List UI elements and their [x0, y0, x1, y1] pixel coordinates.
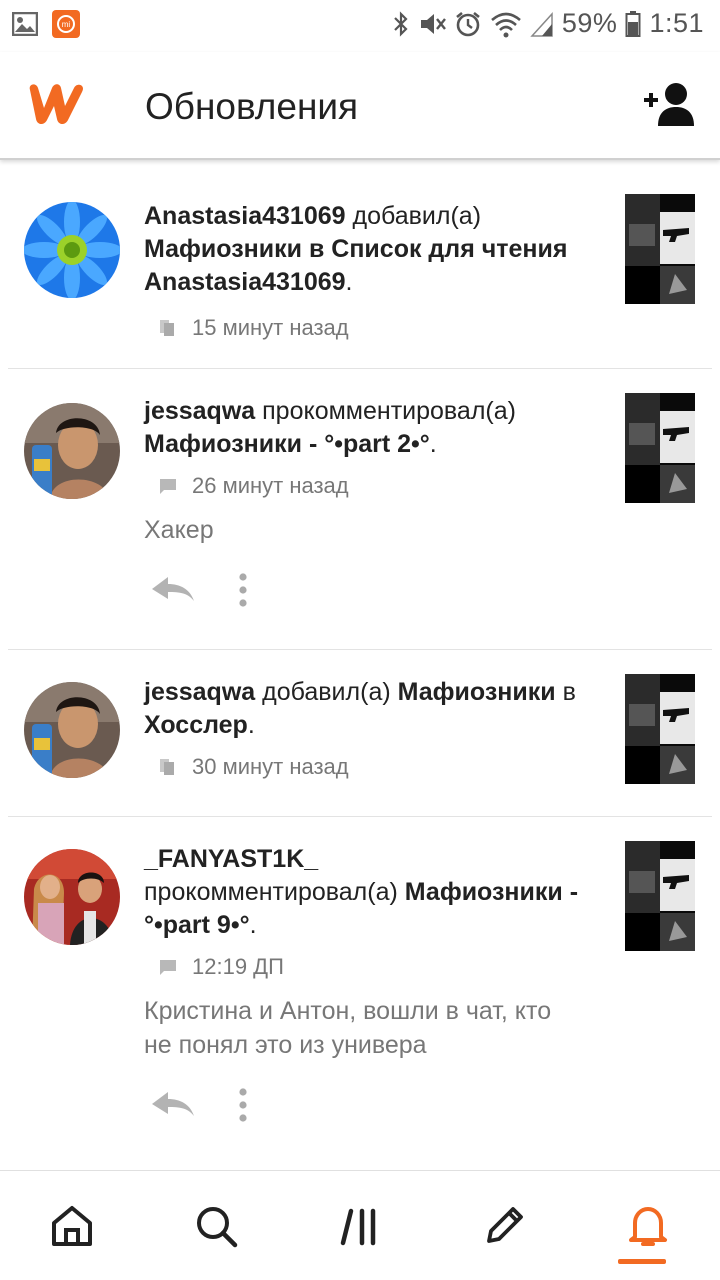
- more-options-icon[interactable]: [238, 573, 248, 607]
- nav-library[interactable]: [320, 1186, 400, 1266]
- avatar[interactable]: [24, 202, 120, 298]
- story-cover[interactable]: [625, 393, 695, 503]
- feed-item[interactable]: jessaqwa добавил(а) Мафиозники в Хосслер…: [8, 650, 712, 817]
- battery-percent: 59%: [561, 8, 618, 38]
- gallery-notification-icon: [12, 12, 38, 36]
- battery-icon: [625, 10, 641, 37]
- comment-icon: [160, 960, 176, 975]
- timestamp: 26 минут назад: [192, 473, 349, 498]
- signal-icon: [530, 11, 553, 37]
- activity-headline[interactable]: _FANYAST1K_ прокомментировал(а) Мафиозни…: [144, 843, 614, 942]
- feed-item[interactable]: jessaqwa прокомментировал(а) Мафиозники …: [8, 369, 712, 650]
- library-icon: [160, 759, 174, 775]
- timestamp: 12:19 ДП: [192, 954, 284, 979]
- clock: 1:51: [649, 8, 704, 38]
- story-part-title[interactable]: Мафиозники - °•part 2•°: [144, 430, 430, 458]
- avatar[interactable]: [24, 403, 120, 499]
- home-icon: [52, 1205, 92, 1246]
- library-nav-icon: [340, 1208, 376, 1245]
- avatar[interactable]: [24, 682, 120, 778]
- alarm-icon: [456, 11, 480, 36]
- feed-item[interactable]: Anastasia431069 добавил(а) Мафиозники в …: [8, 172, 712, 369]
- reply-icon[interactable]: [150, 575, 196, 605]
- story-title[interactable]: Мафиозники: [144, 235, 302, 263]
- activity-headline[interactable]: jessaqwa добавил(а) Мафиозники в Хосслер…: [144, 676, 614, 742]
- nav-home[interactable]: [32, 1186, 112, 1266]
- username[interactable]: _FANYAST1K_: [144, 845, 318, 873]
- reading-list-name[interactable]: Хосслер: [144, 711, 248, 739]
- library-icon: [160, 320, 174, 336]
- story-title[interactable]: Мафиозники: [398, 678, 556, 706]
- activity-headline[interactable]: Anastasia431069 добавил(а) Мафиозники в …: [144, 200, 614, 299]
- wifi-icon: [491, 12, 521, 37]
- story-cover[interactable]: [625, 194, 695, 304]
- nav-search[interactable]: [176, 1186, 256, 1266]
- mi-notification-icon: mi: [52, 10, 80, 38]
- status-notifications: mi: [12, 10, 80, 38]
- search-icon: [197, 1206, 238, 1247]
- bell-icon: [629, 1206, 667, 1246]
- add-friend-icon[interactable]: [642, 80, 698, 128]
- more-options-icon[interactable]: [238, 1088, 248, 1122]
- active-tab-indicator: [618, 1258, 666, 1264]
- activity-feed: Anastasia431069 добавил(а) Мафиозники в …: [0, 172, 720, 1168]
- mute-icon: [420, 13, 446, 34]
- svg-text:mi: mi: [62, 20, 71, 29]
- nav-notifications[interactable]: [608, 1186, 688, 1266]
- story-cover[interactable]: [625, 841, 695, 951]
- bottom-navigation: [0, 1170, 720, 1280]
- comment-icon: [160, 479, 176, 494]
- wattpad-logo-icon[interactable]: [24, 80, 88, 128]
- nav-write[interactable]: [464, 1186, 544, 1266]
- status-bar: mi 59% 1:51: [0, 0, 720, 52]
- comment-text: Хакер: [144, 516, 214, 544]
- username[interactable]: jessaqwa: [144, 678, 255, 706]
- reply-icon[interactable]: [150, 1090, 196, 1120]
- pencil-icon: [487, 1206, 523, 1243]
- username[interactable]: jessaqwa: [144, 397, 255, 425]
- avatar[interactable]: [24, 849, 120, 945]
- timestamp: 15 минут назад: [192, 315, 349, 340]
- story-cover[interactable]: [625, 674, 695, 784]
- username[interactable]: Anastasia431069: [144, 202, 346, 230]
- timestamp: 30 минут назад: [192, 754, 349, 779]
- app-bar: Обновления: [0, 52, 720, 160]
- activity-headline[interactable]: jessaqwa прокомментировал(а) Мафиозники …: [144, 395, 614, 461]
- bluetooth-icon: [394, 10, 408, 37]
- page-title: Обновления: [145, 86, 359, 127]
- comment-text: Кристина и Антон, вошли в чат, кто не по…: [144, 997, 552, 1059]
- feed-item[interactable]: _FANYAST1K_ прокомментировал(а) Мафиозни…: [8, 817, 712, 1167]
